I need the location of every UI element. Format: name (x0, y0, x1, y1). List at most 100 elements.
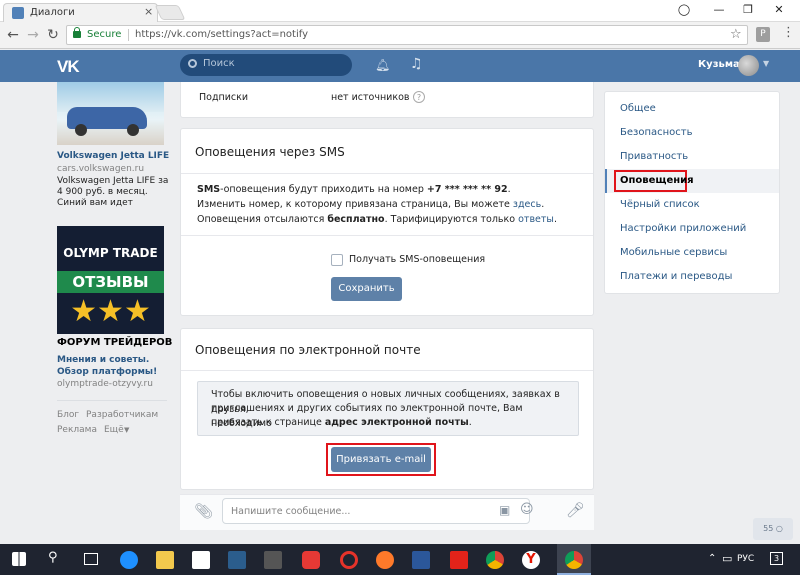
user-icon[interactable]: ◯ (670, 2, 698, 18)
divider (181, 173, 593, 174)
email-notice: Чтобы включить оповещения о новых личных… (197, 381, 579, 436)
task-view-icon[interactable] (84, 553, 98, 565)
message-input[interactable]: Напишите сообщение... ▣ ☺ (222, 498, 534, 524)
app-icon[interactable] (302, 551, 320, 569)
close-window-icon[interactable]: ✕ (765, 2, 793, 18)
chrome-icon[interactable] (486, 551, 504, 569)
secure-label: Secure (87, 29, 122, 40)
chevron-down-icon[interactable]: ▼ (763, 59, 769, 68)
settings-menu-payments[interactable]: Платежи и переводы (620, 271, 732, 282)
file-explorer-icon[interactable] (156, 551, 174, 569)
search-input[interactable]: Поиск (180, 54, 352, 76)
microphone-icon[interactable]: 🎤︎ (566, 501, 585, 519)
vk-header: VK Поиск 🔔︎ ♫ Кузьма ▼ (0, 50, 800, 82)
footer-link-developers[interactable]: Разработчикам (86, 410, 158, 420)
omnibox[interactable]: Secure https://vk.com/settings?act=notif… (66, 25, 748, 45)
extension-badge[interactable]: P (756, 27, 770, 42)
ad-image-car[interactable] (57, 82, 164, 145)
settings-menu-mobile[interactable]: Мобильные сервисы (620, 247, 727, 258)
footer-link-more[interactable]: Ещё (104, 425, 124, 435)
forward-icon[interactable]: → (25, 26, 41, 44)
ad2-text[interactable]: Мнения и советы. Обзор платформы! (57, 354, 167, 378)
settings-menu: Общее Безопасность Приватность Оповещени… (604, 91, 780, 294)
restore-icon[interactable]: ❐ (734, 2, 762, 18)
help-icon[interactable]: ? (413, 91, 425, 103)
search-placeholder: Поиск (203, 58, 235, 69)
new-tab-button[interactable] (154, 5, 186, 20)
chevron-up-icon[interactable]: ⌃ (708, 553, 716, 564)
music-note-icon[interactable]: ♫ (410, 56, 423, 72)
ad1-text[interactable]: Volkswagen Jetta LIFE за 4 900 руб. в ме… (57, 176, 169, 209)
word-icon[interactable] (412, 551, 430, 569)
settings-menu-notifications[interactable]: Оповещения (620, 175, 694, 186)
browser-tab[interactable]: Диалоги × (3, 3, 158, 22)
lock-icon (73, 27, 81, 38)
app-icon[interactable] (264, 551, 282, 569)
divider (181, 235, 593, 236)
settings-menu-security[interactable]: Безопасность (620, 127, 693, 138)
sms-line3-text2: . Тарифицируются только (384, 214, 519, 225)
footer-link-ads[interactable]: Реклама (57, 425, 97, 435)
notifications-bell-icon[interactable]: 🔔︎ (375, 58, 390, 72)
chrome-icon[interactable] (565, 551, 583, 569)
vivaldi-icon[interactable] (450, 551, 468, 569)
app-icon[interactable] (228, 551, 246, 569)
back-icon[interactable]: ← (5, 26, 21, 44)
replies-link[interactable]: ответы (518, 214, 554, 225)
olymp-reviews-text: ОТЗЫВЫ (57, 271, 164, 293)
notice-line-3: привязать к странице адрес электронной п… (211, 417, 472, 428)
menu-kebab-icon[interactable]: ⋮ (782, 25, 795, 40)
firefox-icon[interactable] (376, 551, 394, 569)
emoji-smile-icon[interactable]: ☺ (520, 502, 534, 517)
sms-line-3: Оповещения отсылаются бесплатно. Тарифиц… (197, 214, 557, 225)
wheel (127, 124, 139, 136)
wheel (75, 124, 87, 136)
bookmark-star-icon[interactable]: ☆ (730, 27, 742, 42)
settings-menu-app-settings[interactable]: Настройки приложений (620, 223, 746, 234)
vk-favicon-icon (12, 7, 24, 19)
ad-image-olymp[interactable]: OLYMP TRADE ОТЗЫВЫ ★★★ (57, 226, 164, 334)
divider (181, 370, 593, 371)
chevron-down-icon[interactable]: ▼ (124, 426, 129, 434)
url-text[interactable]: https://vk.com/settings?act=notify (135, 29, 308, 40)
footer-link-blog[interactable]: Блог (57, 410, 79, 420)
ad1-title[interactable]: Volkswagen Jetta LIFE (57, 151, 169, 161)
tab-close-icon[interactable]: × (144, 5, 153, 18)
vk-logo[interactable]: VK (57, 57, 80, 77)
subscriptions-label: Подписки (199, 92, 249, 103)
attach-paperclip-icon[interactable]: 📎︎ (194, 502, 213, 520)
camera-icon[interactable]: ▣ (499, 503, 510, 517)
ad1-domain[interactable]: cars.volkswagen.ru (57, 164, 144, 174)
bind-email-button[interactable]: Привязать e-mail (331, 447, 431, 472)
settings-menu-privacy[interactable]: Приватность (620, 151, 688, 162)
store-icon[interactable] (192, 551, 210, 569)
sms-free-bold: бесплатно (327, 214, 385, 225)
search-icon[interactable]: ⚲ (48, 550, 58, 565)
ad2-domain[interactable]: olymptrade-otzyvy.ru (57, 379, 153, 389)
address-bar-row: ← → ↻ Secure https://vk.com/settings?act… (0, 22, 800, 49)
language-indicator[interactable]: РУС (737, 554, 754, 564)
olymp-logo-text: OLYMP TRADE (63, 246, 158, 260)
network-icon[interactable]: ▭ (722, 552, 732, 565)
settings-menu-general[interactable]: Общее (620, 103, 656, 114)
settings-menu-blacklist[interactable]: Чёрный список (620, 199, 700, 210)
sms-line2-text: Изменить номер, к которому привязана стр… (197, 199, 513, 210)
avatar[interactable] (738, 55, 759, 76)
yandex-browser-icon[interactable]: Y (522, 551, 540, 569)
username[interactable]: Кузьма (698, 59, 740, 70)
reload-icon[interactable]: ↻ (45, 26, 61, 44)
windows-start-icon[interactable] (12, 552, 26, 566)
minimize-icon[interactable]: — (705, 2, 733, 18)
opera-icon[interactable] (340, 551, 358, 569)
change-number-link[interactable]: здесь (513, 199, 541, 210)
save-button[interactable]: Сохранить (331, 277, 402, 301)
sms-checkbox[interactable] (331, 254, 343, 266)
notification-center-icon[interactable]: 3 (770, 552, 783, 565)
divider (57, 400, 167, 401)
edge-icon[interactable] (120, 551, 138, 569)
sms-title: Оповещения через SMS (195, 145, 345, 159)
chat-counter-chip[interactable]: 55 ○ (753, 518, 793, 540)
ad2-title[interactable]: ФОРУМ ТРЕЙДЕРОВ (57, 337, 172, 348)
sms-checkbox-label[interactable]: Получать SMS-оповещения (349, 252, 485, 267)
sms-line-1: SMS-оповещения будут приходить на номер … (197, 184, 511, 195)
